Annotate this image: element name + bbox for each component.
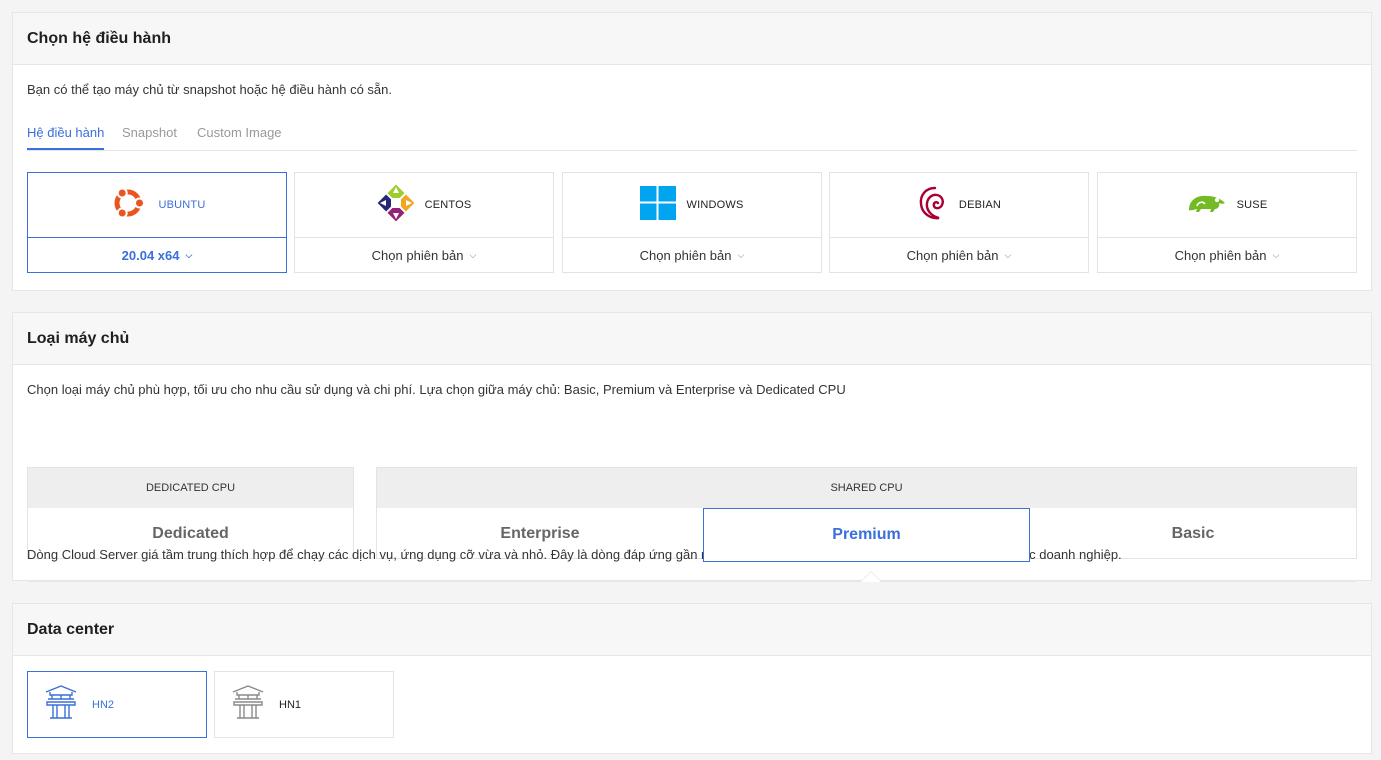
os-name-suse: SUSE xyxy=(1236,199,1268,211)
os-version-value: Chọn phiên bản xyxy=(1174,247,1267,263)
group-header-dedicated: DEDICATED CPU xyxy=(28,468,353,508)
os-card-suse[interactable]: SUSE Chọn phiên bản ⌵ xyxy=(1097,172,1357,273)
datacenter-section: Data center HN2 HN1 xyxy=(12,603,1372,754)
os-name-centos: CENTOS xyxy=(424,199,472,211)
os-version-value: Chọn phiên bản xyxy=(371,247,464,263)
os-section-header: Chọn hệ điều hành xyxy=(13,13,1371,65)
os-version-value: Chọn phiên bản xyxy=(906,247,999,263)
group-header-shared: SHARED CPU xyxy=(377,468,1356,508)
chevron-down-icon: ⌵ xyxy=(1272,249,1280,260)
group-dedicated-cpu: DEDICATED CPU Dedicated xyxy=(27,467,354,559)
datacenter-hn2[interactable]: HN2 xyxy=(27,671,207,738)
os-section-description: Bạn có thể tạo máy chủ từ snapshot hoặc … xyxy=(27,82,393,97)
os-version-select-windows[interactable]: Chọn phiên bản ⌵ xyxy=(563,238,821,272)
os-version-select-suse[interactable]: Chọn phiên bản ⌵ xyxy=(1098,238,1356,272)
datacenter-header: Data center xyxy=(13,604,1371,656)
server-type-title: Loại máy chủ xyxy=(27,330,130,347)
chevron-down-icon: ⌵ xyxy=(737,249,745,260)
server-type-description: Chọn loại máy chủ phù hợp, tối ưu cho nh… xyxy=(27,382,846,397)
group-shared-cpu: SHARED CPU Enterprise Premium Basic xyxy=(376,467,1357,562)
os-card-ubuntu[interactable]: UBUNTU 20.04 x64 ⌵ xyxy=(27,172,287,273)
chevron-down-icon: ⌵ xyxy=(469,249,477,260)
os-version-value: Chọn phiên bản xyxy=(639,247,732,263)
os-version-select-centos[interactable]: Chọn phiên bản ⌵ xyxy=(295,238,553,272)
os-card-centos[interactable]: CENTOS Chọn phiên bản ⌵ xyxy=(294,172,554,273)
ubuntu-logo-icon xyxy=(108,183,148,228)
os-section-title: Chọn hệ điều hành xyxy=(27,30,171,47)
server-type-header: Loại máy chủ xyxy=(13,313,1371,365)
suse-logo-icon xyxy=(1187,190,1227,221)
os-card-debian[interactable]: DEBIAN Chọn phiên bản ⌵ xyxy=(829,172,1089,273)
os-tabs: Hệ điều hành Snapshot Custom Image xyxy=(27,125,1357,151)
datacenter-hn1[interactable]: HN1 xyxy=(214,671,394,738)
pagoda-icon xyxy=(231,683,265,726)
chevron-down-icon: ⌵ xyxy=(1004,249,1012,260)
os-name-windows: WINDOWS xyxy=(686,199,744,211)
selection-pointer xyxy=(860,571,882,582)
centos-logo-icon xyxy=(377,184,415,227)
option-premium[interactable]: Premium xyxy=(703,508,1030,562)
windows-logo-icon xyxy=(640,185,677,225)
tab-snapshot[interactable]: Snapshot xyxy=(122,125,177,148)
os-name-ubuntu: UBUNTU xyxy=(158,199,206,211)
os-card-windows[interactable]: WINDOWS Chọn phiên bản ⌵ xyxy=(562,172,822,273)
os-version-select-ubuntu[interactable]: 20.04 x64 ⌵ xyxy=(28,238,286,272)
datacenter-title: Data center xyxy=(27,621,115,638)
pagoda-icon xyxy=(44,683,78,726)
server-type-section: Loại máy chủ Chọn loại máy chủ phù hợp, … xyxy=(12,312,1372,582)
datacenter-label-hn2: HN2 xyxy=(92,698,115,711)
debian-logo-icon xyxy=(917,184,949,227)
divider xyxy=(27,581,1357,582)
os-version-select-debian[interactable]: Chọn phiên bản ⌵ xyxy=(830,238,1088,272)
os-name-debian: DEBIAN xyxy=(958,199,1002,211)
os-version-value: 20.04 x64 xyxy=(121,247,180,263)
datacenter-label-hn1: HN1 xyxy=(279,698,302,711)
tab-custom-image[interactable]: Custom Image xyxy=(197,125,282,148)
chevron-down-icon: ⌵ xyxy=(185,249,193,260)
os-section: Chọn hệ điều hành Bạn có thể tạo máy chủ… xyxy=(12,12,1372,291)
tab-he-dieu-hanh[interactable]: Hệ điều hành xyxy=(27,125,105,150)
